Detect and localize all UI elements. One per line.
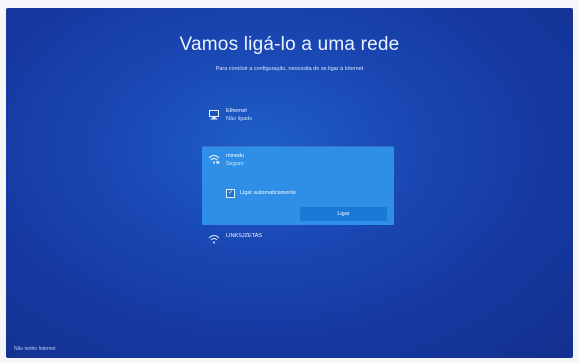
network-name: minedu [226, 153, 245, 159]
connect-button[interactable]: Ligar [300, 207, 387, 221]
wifi-icon [208, 153, 220, 165]
no-internet-link[interactable]: Não tenho Internet [14, 346, 55, 352]
network-item-ethernet[interactable]: Ethernet Não ligado [202, 104, 394, 138]
network-name: Ethernet [226, 108, 247, 114]
page-subtitle: Para concluir a configuração, necessita … [215, 66, 364, 72]
auto-connect-checkbox[interactable]: ✓ [226, 188, 235, 198]
network-status: Seguro [226, 161, 244, 167]
wifi-icon [208, 233, 220, 245]
ethernet-icon [208, 108, 220, 120]
screen: Vamos ligá-lo a uma rede Para concluir a… [6, 8, 573, 358]
network-item-minedu[interactable]: minedu Seguro ✓ Ligar automaticamente Li… [202, 147, 394, 225]
network-name: LINKSJZETAS [226, 233, 262, 239]
mouse-cursor-icon [537, 355, 543, 358]
auto-connect-label: Ligar automaticamente [240, 190, 296, 196]
page-title: Vamos ligá-lo a uma rede [179, 34, 400, 55]
auto-connect-row[interactable]: ✓ Ligar automaticamente [226, 188, 296, 198]
network-status: Não ligado [226, 116, 253, 122]
network-item-linksjzetas[interactable]: LINKSJZETAS [202, 229, 394, 247]
